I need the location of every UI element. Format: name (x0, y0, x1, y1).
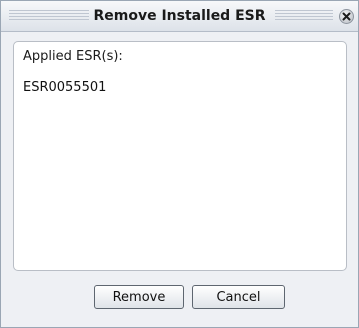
close-icon (342, 12, 351, 21)
close-button[interactable] (339, 9, 354, 24)
applied-esr-legend: Applied ESR(s): (21, 49, 126, 65)
applied-esr-list: ESR0055501 (23, 79, 106, 96)
cancel-button[interactable]: Cancel (192, 285, 285, 309)
remove-esr-dialog: Remove Installed ESR Applied ESR(s): ESR… (0, 0, 359, 328)
title-grip-right (275, 10, 333, 22)
title-bar[interactable]: Remove Installed ESR (1, 1, 358, 32)
remove-button[interactable]: Remove (94, 285, 184, 309)
applied-esr-panel (13, 41, 347, 271)
list-item[interactable]: ESR0055501 (23, 79, 106, 96)
title-grip-left (9, 10, 89, 22)
